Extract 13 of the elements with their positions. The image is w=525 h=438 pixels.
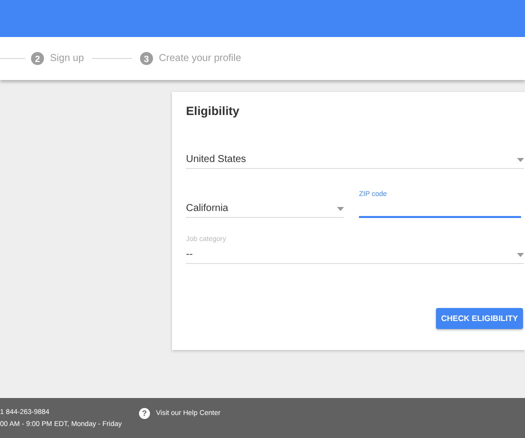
- card-title: Eligibility: [186, 104, 240, 118]
- job-select[interactable]: --: [186, 247, 524, 264]
- help-icon: ?: [139, 408, 150, 418]
- step-number: 2: [31, 52, 44, 65]
- step-label: Sign up: [50, 53, 84, 64]
- step-number: 3: [140, 52, 153, 65]
- caret-icon: [517, 158, 524, 162]
- country-select[interactable]: United States: [186, 154, 524, 169]
- check-eligibility-button[interactable]: CHECK ELIGIBILITY: [436, 308, 523, 329]
- caret-icon: [517, 252, 524, 256]
- caret-icon: [337, 206, 344, 210]
- step-label: Create your profile: [158, 53, 242, 64]
- state-select[interactable]: California: [186, 203, 344, 218]
